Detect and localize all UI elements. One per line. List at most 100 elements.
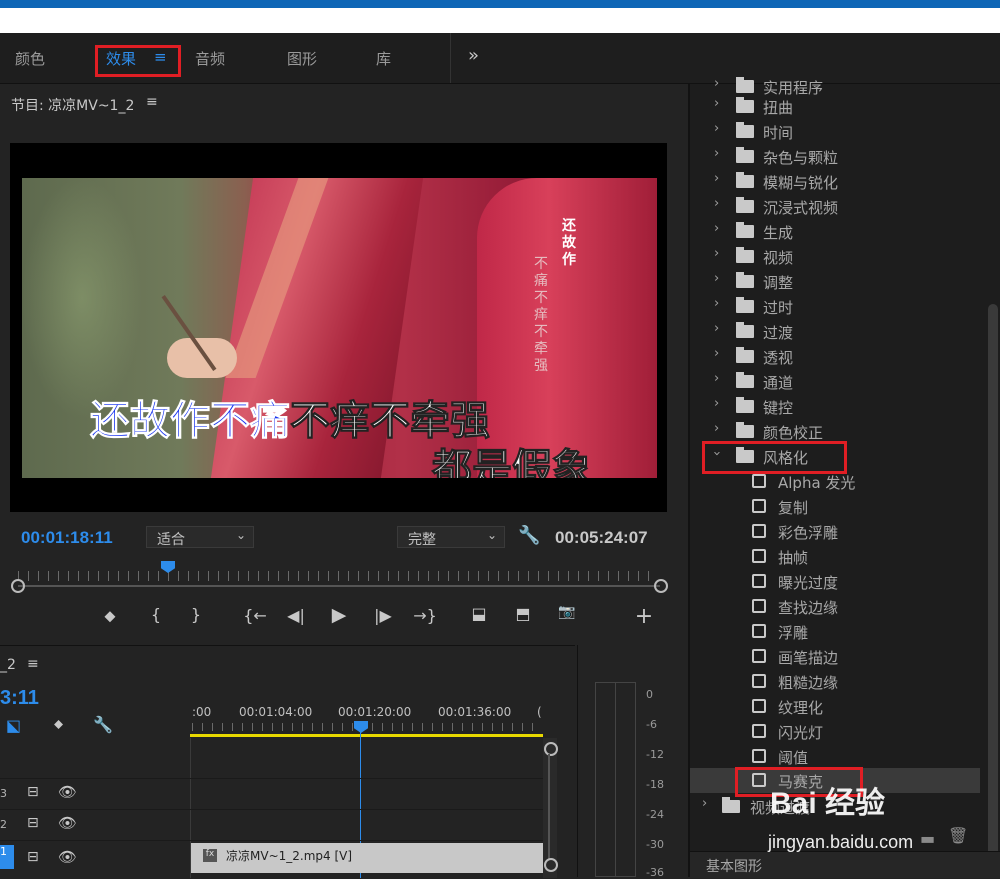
effects-folder[interactable]: › 透视 xyxy=(690,344,980,369)
tab-graphics[interactable]: 图形 xyxy=(287,48,317,69)
effects-folder[interactable]: › 键控 xyxy=(690,394,980,419)
sync-lock-icon[interactable]: ⊟ xyxy=(27,849,39,865)
effects-folder-label: 通道 xyxy=(763,374,794,392)
trash-icon[interactable]: 🗑 xyxy=(948,826,968,845)
effects-folder[interactable]: › 过时 xyxy=(690,294,980,319)
zoom-scrollbar[interactable] xyxy=(18,585,660,587)
effects-folder[interactable]: › 视频 xyxy=(690,244,980,269)
mark-in-button[interactable]: { xyxy=(144,605,168,624)
meter-tick: -6 xyxy=(646,718,657,731)
program-time-ruler[interactable] xyxy=(18,571,658,581)
vscroll-handle-bottom[interactable] xyxy=(544,858,558,872)
effect-item[interactable]: 彩色浮雕 xyxy=(690,519,980,544)
chevron-right-icon: › xyxy=(714,421,720,436)
tab-color[interactable]: 颜色 xyxy=(15,48,45,69)
effects-folder-label: 沉浸式视频 xyxy=(763,199,839,217)
essential-graphics-header[interactable]: 基本图形 xyxy=(690,851,1000,878)
fit-dropdown[interactable]: 适合 ⌄ xyxy=(146,526,254,548)
tab-libraries[interactable]: 库 xyxy=(376,48,391,69)
effects-folder[interactable]: › 生成 xyxy=(690,219,980,244)
track-v3: 3 ⊟ 👁 xyxy=(0,778,543,809)
export-frame-button[interactable]: 📷 xyxy=(555,604,579,620)
effect-item[interactable]: 阈值 xyxy=(690,744,980,769)
ruler-label-2: 00:01:20:00 xyxy=(338,705,412,719)
effect-item[interactable]: 查找边缘 xyxy=(690,594,980,619)
step-forward-button[interactable]: |▶ xyxy=(371,606,395,625)
new-folder-icon[interactable]: ▬ xyxy=(920,829,935,848)
ruler-label-4: ( xyxy=(537,705,542,719)
timeline-menu-icon[interactable]: ≡ xyxy=(27,656,39,672)
more-workspaces-icon[interactable]: » xyxy=(468,45,479,66)
effect-item[interactable]: 纹理化 xyxy=(690,694,980,719)
effects-folder-label: 过时 xyxy=(763,299,794,317)
snap-icon[interactable]: ⬕ xyxy=(6,716,21,735)
sync-lock-icon[interactable]: ⊟ xyxy=(27,815,39,831)
add-marker-button[interactable]: ⬥ xyxy=(98,606,122,626)
effect-icon xyxy=(752,574,766,588)
chevron-right-icon: › xyxy=(714,296,720,311)
go-to-in-button[interactable]: {← xyxy=(240,606,270,625)
clip-fx-badge: fx xyxy=(203,849,217,862)
effect-label: 复制 xyxy=(778,499,809,517)
quality-dropdown[interactable]: 完整 ⌄ xyxy=(397,526,505,548)
tab-divider xyxy=(450,33,451,83)
effects-folder[interactable]: › 沉浸式视频 xyxy=(690,194,980,219)
effect-item[interactable]: 抽帧 xyxy=(690,544,980,569)
effects-folder[interactable]: › 模糊与锐化 xyxy=(690,169,980,194)
effects-folder[interactable]: › 过渡 xyxy=(690,319,980,344)
sync-lock-icon[interactable]: ⊟ xyxy=(27,784,39,800)
program-menu-icon[interactable]: ≡ xyxy=(146,94,158,110)
effects-folder-label: 键控 xyxy=(763,399,794,417)
effects-folder-label: 生成 xyxy=(763,224,794,242)
effects-folder[interactable]: › 调整 xyxy=(690,269,980,294)
timeline-playhead[interactable] xyxy=(354,721,368,733)
work-area-bar[interactable] xyxy=(190,734,543,737)
add-button[interactable]: + xyxy=(632,604,656,629)
step-back-button[interactable]: ◀| xyxy=(284,606,308,625)
effect-item[interactable]: 闪光灯 xyxy=(690,719,980,744)
effect-item[interactable]: 粗糙边缘 xyxy=(690,669,980,694)
effect-item[interactable]: 复制 xyxy=(690,494,980,519)
go-to-out-button[interactable]: →} xyxy=(410,606,440,625)
program-current-time[interactable]: 00:01:18:11 xyxy=(21,528,113,548)
effect-label: 彩色浮雕 xyxy=(778,524,839,542)
effect-icon xyxy=(752,674,766,688)
subtitle-line-1: 还故作不痛不痒不牵强 xyxy=(90,388,491,446)
timeline-vscrollbar[interactable] xyxy=(543,738,557,878)
mark-out-button[interactable]: } xyxy=(184,605,208,624)
effects-folder-label: 调整 xyxy=(763,274,794,292)
lift-button[interactable]: ⬓ xyxy=(467,604,491,623)
effect-item[interactable]: 画笔描边 xyxy=(690,644,980,669)
extract-button[interactable]: ⬒ xyxy=(511,604,535,623)
add-marker-icon[interactable]: ⬥ xyxy=(54,717,63,732)
folder-icon xyxy=(736,122,754,138)
effects-folder[interactable]: › 时间 xyxy=(690,119,980,144)
track-name[interactable]: 1 xyxy=(0,845,14,869)
video-clip[interactable]: fx 凉凉MV~1_2.mp4 [V] xyxy=(191,843,543,873)
tab-audio[interactable]: 音频 xyxy=(195,48,225,69)
eye-icon[interactable]: 👁 xyxy=(58,848,77,866)
effects-folder-label: 时间 xyxy=(763,124,794,142)
play-button[interactable]: ▶ xyxy=(327,604,351,626)
folder-icon xyxy=(736,77,754,93)
video-image: 还故作 不痛不痒不牵强 还故作不痛不痒不牵强 都是假象 xyxy=(22,178,657,478)
folder-icon xyxy=(736,222,754,238)
zoom-handle-left[interactable] xyxy=(11,579,25,593)
vscroll-handle-top[interactable] xyxy=(544,742,558,756)
folder-icon xyxy=(736,197,754,213)
effects-folder[interactable]: › 杂色与颗粒 xyxy=(690,144,980,169)
effects-folder[interactable]: › 扭曲 xyxy=(690,94,980,119)
effects-scrollbar[interactable] xyxy=(988,304,998,877)
effect-item[interactable]: 浮雕 xyxy=(690,619,980,644)
effect-label: 画笔描边 xyxy=(778,649,839,667)
eye-icon[interactable]: 👁 xyxy=(58,783,77,801)
effects-folder[interactable]: › 通道 xyxy=(690,369,980,394)
wrench-icon[interactable]: 🔧 xyxy=(518,525,540,546)
eye-icon[interactable]: 👁 xyxy=(58,814,77,832)
zoom-handle-right[interactable] xyxy=(654,579,668,593)
timeline-current-time[interactable]: 3:11 xyxy=(0,687,39,710)
effect-item[interactable]: 曝光过度 xyxy=(690,569,980,594)
folder-icon xyxy=(736,397,754,413)
highlight-effects-tab xyxy=(95,45,181,77)
timeline-settings-icon[interactable]: 🔧 xyxy=(93,715,113,734)
